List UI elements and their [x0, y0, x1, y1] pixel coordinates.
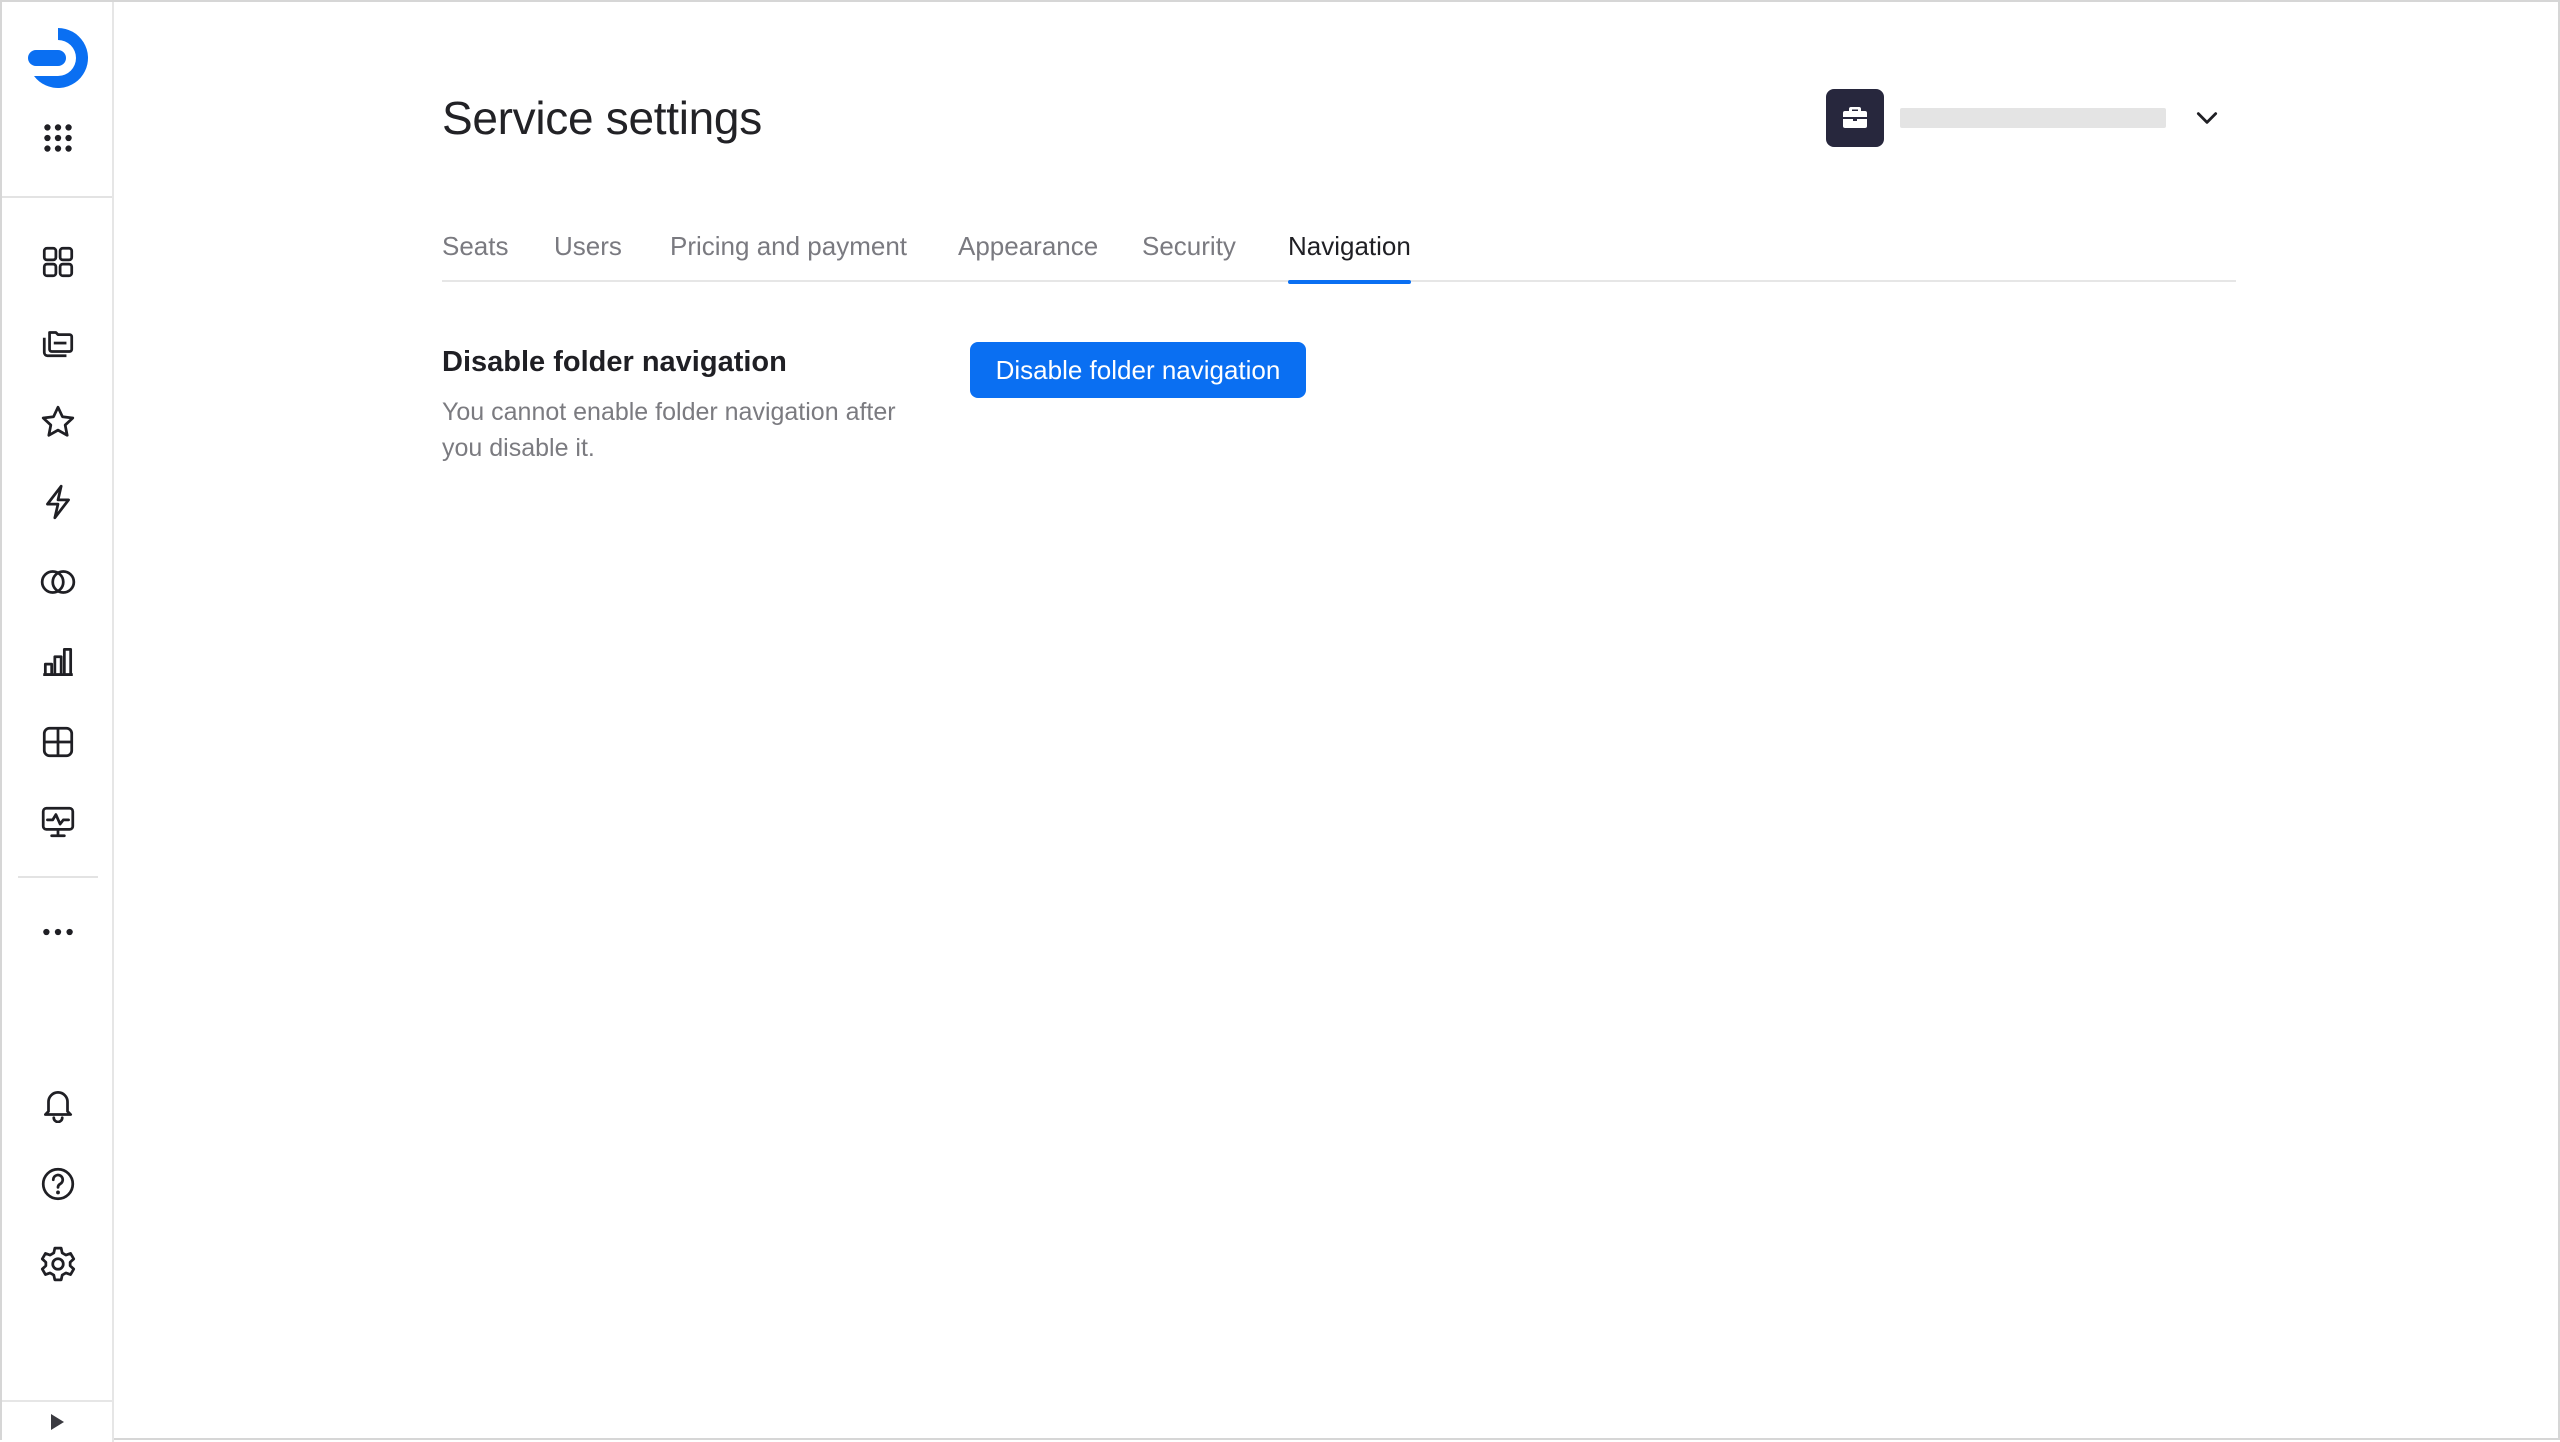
page-title: Service settings: [442, 92, 762, 144]
gear-glyph: [40, 1246, 76, 1282]
datalens-logo[interactable]: [2, 26, 114, 90]
disable-folder-navigation-button[interactable]: Disable folder navigation: [970, 342, 1306, 398]
gear-icon[interactable]: [2, 1232, 114, 1296]
help-icon[interactable]: [2, 1152, 114, 1216]
expand-arrow-icon: [51, 1414, 64, 1430]
bell-glyph: [43, 1091, 73, 1123]
workspace-selector[interactable]: [1826, 88, 2346, 148]
more-glyph: [43, 928, 73, 936]
workspace-name-placeholder: [1900, 108, 2166, 128]
star-icon[interactable]: [2, 390, 114, 454]
tab-appearance[interactable]: Appearance: [958, 226, 1098, 282]
section-title: Disable folder navigation: [442, 346, 787, 378]
lightning-glyph: [46, 484, 70, 520]
sidebar-divider: [2, 196, 112, 198]
sidebar-divider: [18, 876, 98, 878]
section-description: You cannot enable folder navigation afte…: [442, 398, 896, 462]
tab-navigation[interactable]: Navigation: [1288, 226, 1411, 284]
help-glyph: [41, 1167, 75, 1201]
datasets-icon[interactable]: [2, 710, 114, 774]
main-content: Service settings Seats Users Pricing and…: [114, 2, 2558, 1438]
connections-icon[interactable]: [2, 550, 114, 614]
connections-glyph: [40, 570, 76, 594]
tab-security[interactable]: Security: [1142, 226, 1236, 282]
workspace-avatar: [1826, 89, 1884, 147]
tab-seats[interactable]: Seats: [442, 226, 509, 282]
settings-tabs: Seats Users Pricing and payment Appearan…: [442, 226, 2236, 284]
chevron-down-glyph: [2196, 112, 2218, 124]
bell-icon[interactable]: [2, 1072, 114, 1136]
sidebar: [2, 2, 114, 1442]
monitoring-glyph: [41, 806, 75, 838]
monitoring-icon[interactable]: [2, 790, 114, 854]
chevron-down-icon[interactable]: [2192, 103, 2222, 133]
app-window: Service settings Seats Users Pricing and…: [0, 0, 2560, 1442]
tab-users[interactable]: Users: [554, 226, 622, 282]
collections-glyph: [42, 331, 74, 358]
tab-pricing-and-payment[interactable]: Pricing and payment: [670, 226, 907, 282]
lightning-icon[interactable]: [2, 470, 114, 534]
star-glyph: [41, 405, 75, 437]
datasets-glyph: [42, 726, 74, 758]
collections-icon[interactable]: [2, 310, 114, 374]
expand-sidebar-button[interactable]: [2, 1400, 112, 1442]
briefcase-icon: [1843, 107, 1867, 128]
dashboard-glyph: [42, 246, 74, 278]
apps-grid-icon[interactable]: [2, 106, 114, 170]
more-icon[interactable]: [2, 900, 114, 964]
charts-icon[interactable]: [2, 630, 114, 694]
dashboard-icon[interactable]: [2, 230, 114, 294]
apps-grid-glyph: [44, 124, 72, 152]
logo-icon: [28, 28, 88, 88]
charts-glyph: [43, 647, 73, 677]
